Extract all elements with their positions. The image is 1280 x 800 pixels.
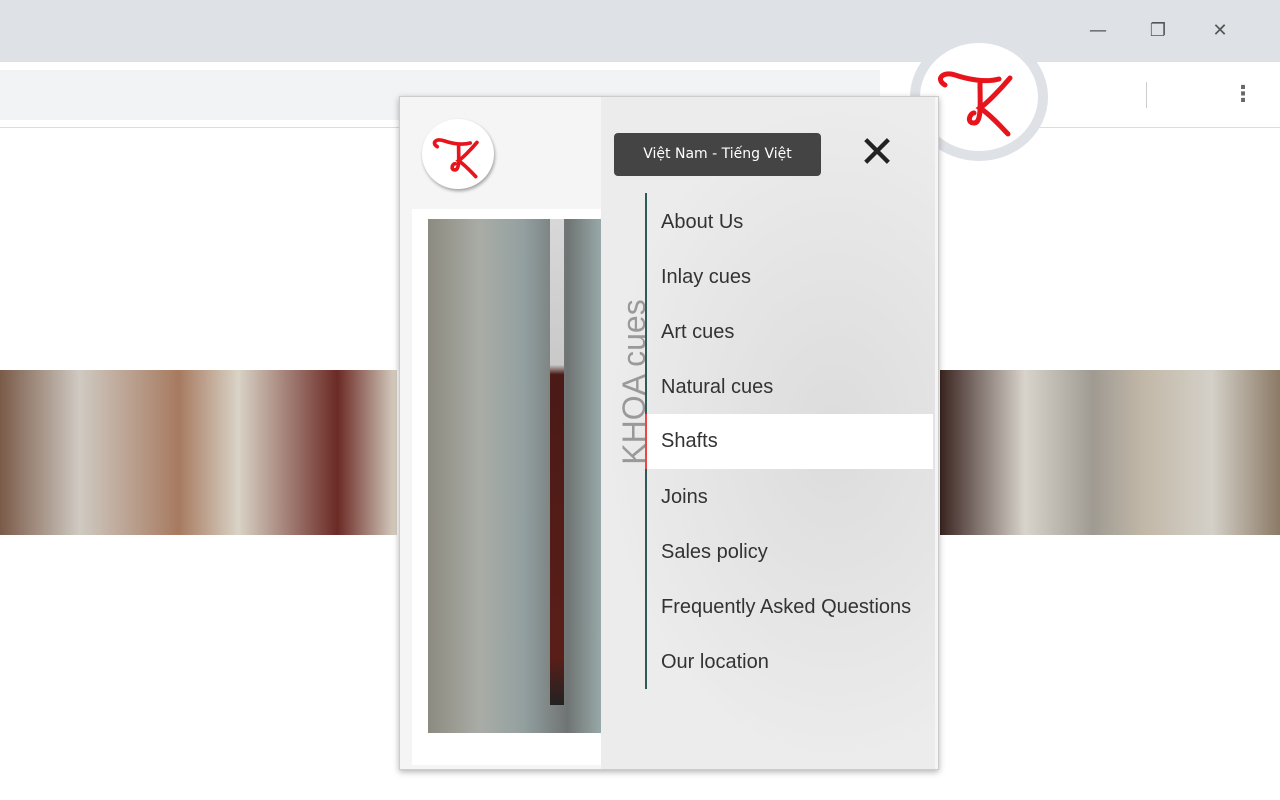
menu-panel: Việt Nam - Tiếng Việt ✕ KHOA cues About …: [601, 97, 935, 769]
language-button[interactable]: Việt Nam - Tiếng Việt: [614, 133, 821, 176]
close-menu-icon[interactable]: ✕: [857, 131, 897, 175]
menu-item-shafts[interactable]: Shafts: [645, 414, 933, 469]
restore-button[interactable]: ❐: [1145, 18, 1171, 44]
menu-item-sales-policy[interactable]: Sales policy: [647, 525, 935, 580]
toolbar-divider: [1146, 82, 1147, 108]
photo-gallery-left[interactable]: [0, 370, 397, 535]
cue-image: [550, 219, 564, 705]
close-window-button[interactable]: ✕: [1207, 18, 1233, 44]
popup-logo[interactable]: [422, 119, 494, 189]
product-photo[interactable]: [428, 219, 602, 733]
menu-item-faq[interactable]: Frequently Asked Questions: [647, 580, 935, 635]
menu-item-natural-cues[interactable]: Natural cues: [647, 360, 935, 415]
menu-item-about-us[interactable]: About Us: [647, 195, 935, 250]
menu-item-inlay-cues[interactable]: Inlay cues: [647, 250, 935, 305]
browser-menu-button[interactable]: ⋮: [1232, 80, 1254, 110]
menu-item-art-cues[interactable]: Art cues: [647, 305, 935, 360]
menu-item-our-location[interactable]: Our location: [647, 635, 935, 690]
menu-item-joins[interactable]: Joins: [647, 470, 935, 525]
minimize-button[interactable]: —: [1085, 18, 1111, 44]
photo-gallery-right[interactable]: [940, 370, 1280, 535]
navigation-popup: Việt Nam - Tiếng Việt ✕ KHOA cues About …: [399, 96, 939, 770]
logo-k-icon: [432, 138, 479, 179]
